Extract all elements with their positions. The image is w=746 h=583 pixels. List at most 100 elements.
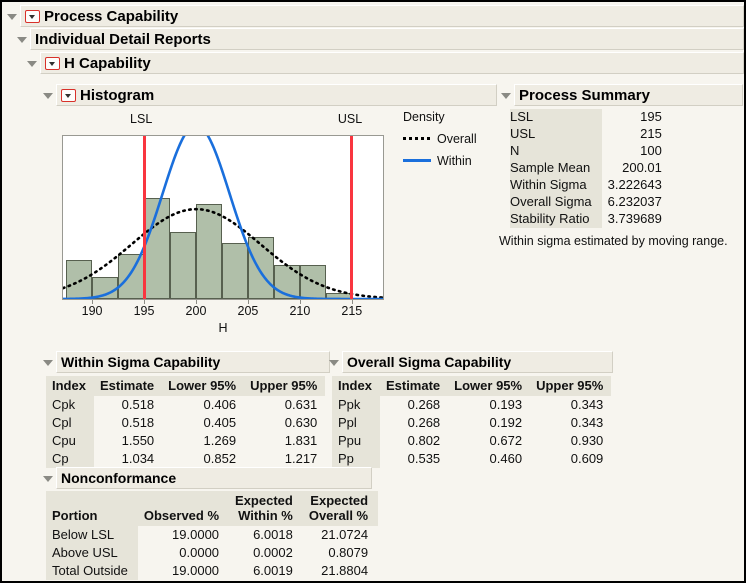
x-axis-label: 205: [237, 304, 259, 318]
legend-entry-within: Within: [403, 154, 477, 168]
row-label: Cpl: [46, 414, 94, 432]
process-capability-title-plate: Process Capability: [20, 5, 744, 27]
outline-row-process-capability[interactable]: Process Capability: [6, 5, 744, 27]
legend-label-within: Within: [437, 154, 472, 168]
process-summary-label: Process Summary: [519, 86, 650, 104]
summary-row: Overall Sigma 6.232037: [510, 194, 662, 211]
table-cell: 0.343: [570, 415, 604, 430]
table-row: Cpu 1.550 1.269 1.831: [46, 432, 325, 450]
overall-sigma-body: Ppk 0.268 0.193 0.343 Ppl 0.268 0.192 0.343 Ppu 0…: [332, 396, 611, 468]
histogram-plot-frame: [62, 135, 384, 300]
column-header: Observed %: [137, 491, 230, 526]
table-row: Total Outside 19.0000 6.0019 21.8804: [46, 562, 378, 580]
column-header: Index: [332, 376, 380, 396]
table-header-row: Portion Observed % Expected Within % Expecte…: [46, 491, 379, 526]
individual-detail-reports-title-plate: Individual Detail Reports: [30, 28, 744, 50]
within-sigma-head: Index Estimate Lower 95% Upper 95%: [46, 376, 326, 396]
table-cell: 1.269: [203, 433, 237, 448]
x-axis-label: 190: [81, 304, 103, 318]
table-row: Ppl 0.268 0.192 0.343: [332, 414, 611, 432]
table-cell: 0.672: [489, 433, 523, 448]
table-row: Cpl 0.518 0.405 0.630: [46, 414, 325, 432]
column-header-line: Observed %: [143, 508, 220, 523]
outline-row-histogram[interactable]: Histogram: [42, 84, 497, 106]
x-axis-label: 215: [341, 304, 363, 318]
table-row: Cp 1.034 0.852 1.217: [46, 450, 325, 468]
disclosure-triangle-icon[interactable]: [42, 90, 53, 101]
column-header-line: Within %: [238, 508, 293, 523]
row-label: Ppk: [332, 396, 380, 414]
process-summary-panel: LSL 195 USL 215 N 100 Sample Mean 200.01 Within …: [510, 109, 662, 228]
outline-row-h-capability[interactable]: H Capability: [26, 52, 744, 74]
table-cell: 0.518: [121, 397, 155, 412]
process-summary-body: LSL 195 USL 215 N 100 Sample Mean 200.01 Within …: [510, 109, 662, 228]
disclosure-triangle-icon[interactable]: [26, 58, 37, 69]
row-label: Above USL: [46, 544, 138, 562]
summary-key: USL: [510, 126, 602, 143]
table-cell: 0.343: [570, 397, 604, 412]
outline-row-overall-sigma-capability[interactable]: Overall Sigma Capability: [328, 351, 613, 373]
column-header: Lower 95%: [162, 376, 245, 396]
table-cell: 0.192: [489, 415, 523, 430]
overall-sigma-head: Index Estimate Lower 95% Upper 95%: [332, 376, 612, 396]
table-cell: 21.0724: [321, 527, 369, 542]
red-menu-icon[interactable]: [25, 9, 40, 23]
disclosure-triangle-icon[interactable]: [6, 11, 17, 22]
column-header-line: Portion: [52, 508, 98, 523]
table-cell: 19.0000: [172, 563, 220, 578]
summary-key: N: [510, 143, 602, 160]
row-label: Ppl: [332, 414, 380, 432]
red-menu-icon[interactable]: [61, 88, 76, 102]
summary-key: Within Sigma: [510, 177, 602, 194]
row-label: Pp: [332, 450, 380, 468]
within-sigma-label: Within Sigma Capability: [61, 354, 221, 370]
column-header: Estimate: [93, 376, 163, 396]
column-header: Upper 95%: [530, 376, 612, 396]
disclosure-triangle-icon[interactable]: [42, 473, 53, 484]
disclosure-triangle-icon[interactable]: [16, 34, 27, 45]
histogram-title-plate: Histogram: [56, 84, 497, 106]
lsl-spec-line: [142, 136, 146, 299]
table-cell: 0.460: [489, 451, 523, 466]
outline-row-nonconformance[interactable]: Nonconformance: [42, 467, 372, 489]
disclosure-triangle-icon[interactable]: [328, 357, 339, 368]
column-header-line: Overall %: [308, 508, 369, 523]
process-summary-note: Within sigma estimated by moving range.: [499, 234, 728, 248]
table-cell: 21.8804: [321, 563, 369, 578]
summary-value: 195: [640, 109, 662, 124]
column-header-line: Expected: [235, 493, 293, 508]
summary-row: Stability Ratio 3.739689: [510, 211, 662, 228]
outline-row-individual-detail-reports[interactable]: Individual Detail Reports: [16, 28, 744, 50]
table-row: Above USL 0.0000 0.0002 0.8079: [46, 544, 378, 562]
within-sigma-title-plate: Within Sigma Capability: [56, 351, 330, 373]
column-header-line: Expected: [310, 493, 369, 508]
disclosure-triangle-icon[interactable]: [42, 357, 53, 368]
histogram-chart: LSL USL 190 195 200 205 210 215 H Densit…: [48, 106, 496, 342]
table-cell: 0.268: [407, 397, 441, 412]
outline-row-within-sigma-capability[interactable]: Within Sigma Capability: [42, 351, 330, 373]
outline-row-process-summary[interactable]: Process Summary: [500, 84, 744, 106]
table-row: Below LSL 19.0000 6.0018 21.0724: [46, 526, 378, 544]
legend-label-overall: Overall: [437, 132, 477, 146]
usl-spec-line: [350, 136, 354, 299]
overall-sigma-table: Index Estimate Lower 95% Upper 95% Ppk 0.268…: [332, 376, 612, 468]
process-summary-table: LSL 195 USL 215 N 100 Sample Mean 200.01 Within …: [510, 109, 662, 228]
column-header: Index: [46, 376, 94, 396]
legend-title: Density: [403, 110, 445, 124]
red-menu-icon[interactable]: [45, 56, 60, 70]
disclosure-triangle-icon[interactable]: [500, 90, 511, 101]
table-cell: 0.406: [203, 397, 237, 412]
table-cell: 6.0018: [253, 527, 293, 542]
h-capability-title-plate: H Capability: [40, 52, 744, 74]
table-row: Ppu 0.802 0.672 0.930: [332, 432, 611, 450]
summary-row: Sample Mean 200.01: [510, 160, 662, 177]
x-axis-title: H: [218, 321, 228, 335]
solid-line-icon: [403, 156, 431, 166]
table-cell: 0.535: [407, 451, 441, 466]
table-cell: 1.831: [284, 433, 318, 448]
within-sigma-table: Index Estimate Lower 95% Upper 95% Cpk 0.518…: [46, 376, 326, 468]
row-label: Cpk: [46, 396, 94, 414]
column-header: Upper 95%: [244, 376, 326, 396]
nonconformance-body: Below LSL 19.0000 6.0018 21.0724 Above USL 0.…: [46, 526, 378, 580]
process-summary-title-plate: Process Summary: [514, 84, 743, 106]
